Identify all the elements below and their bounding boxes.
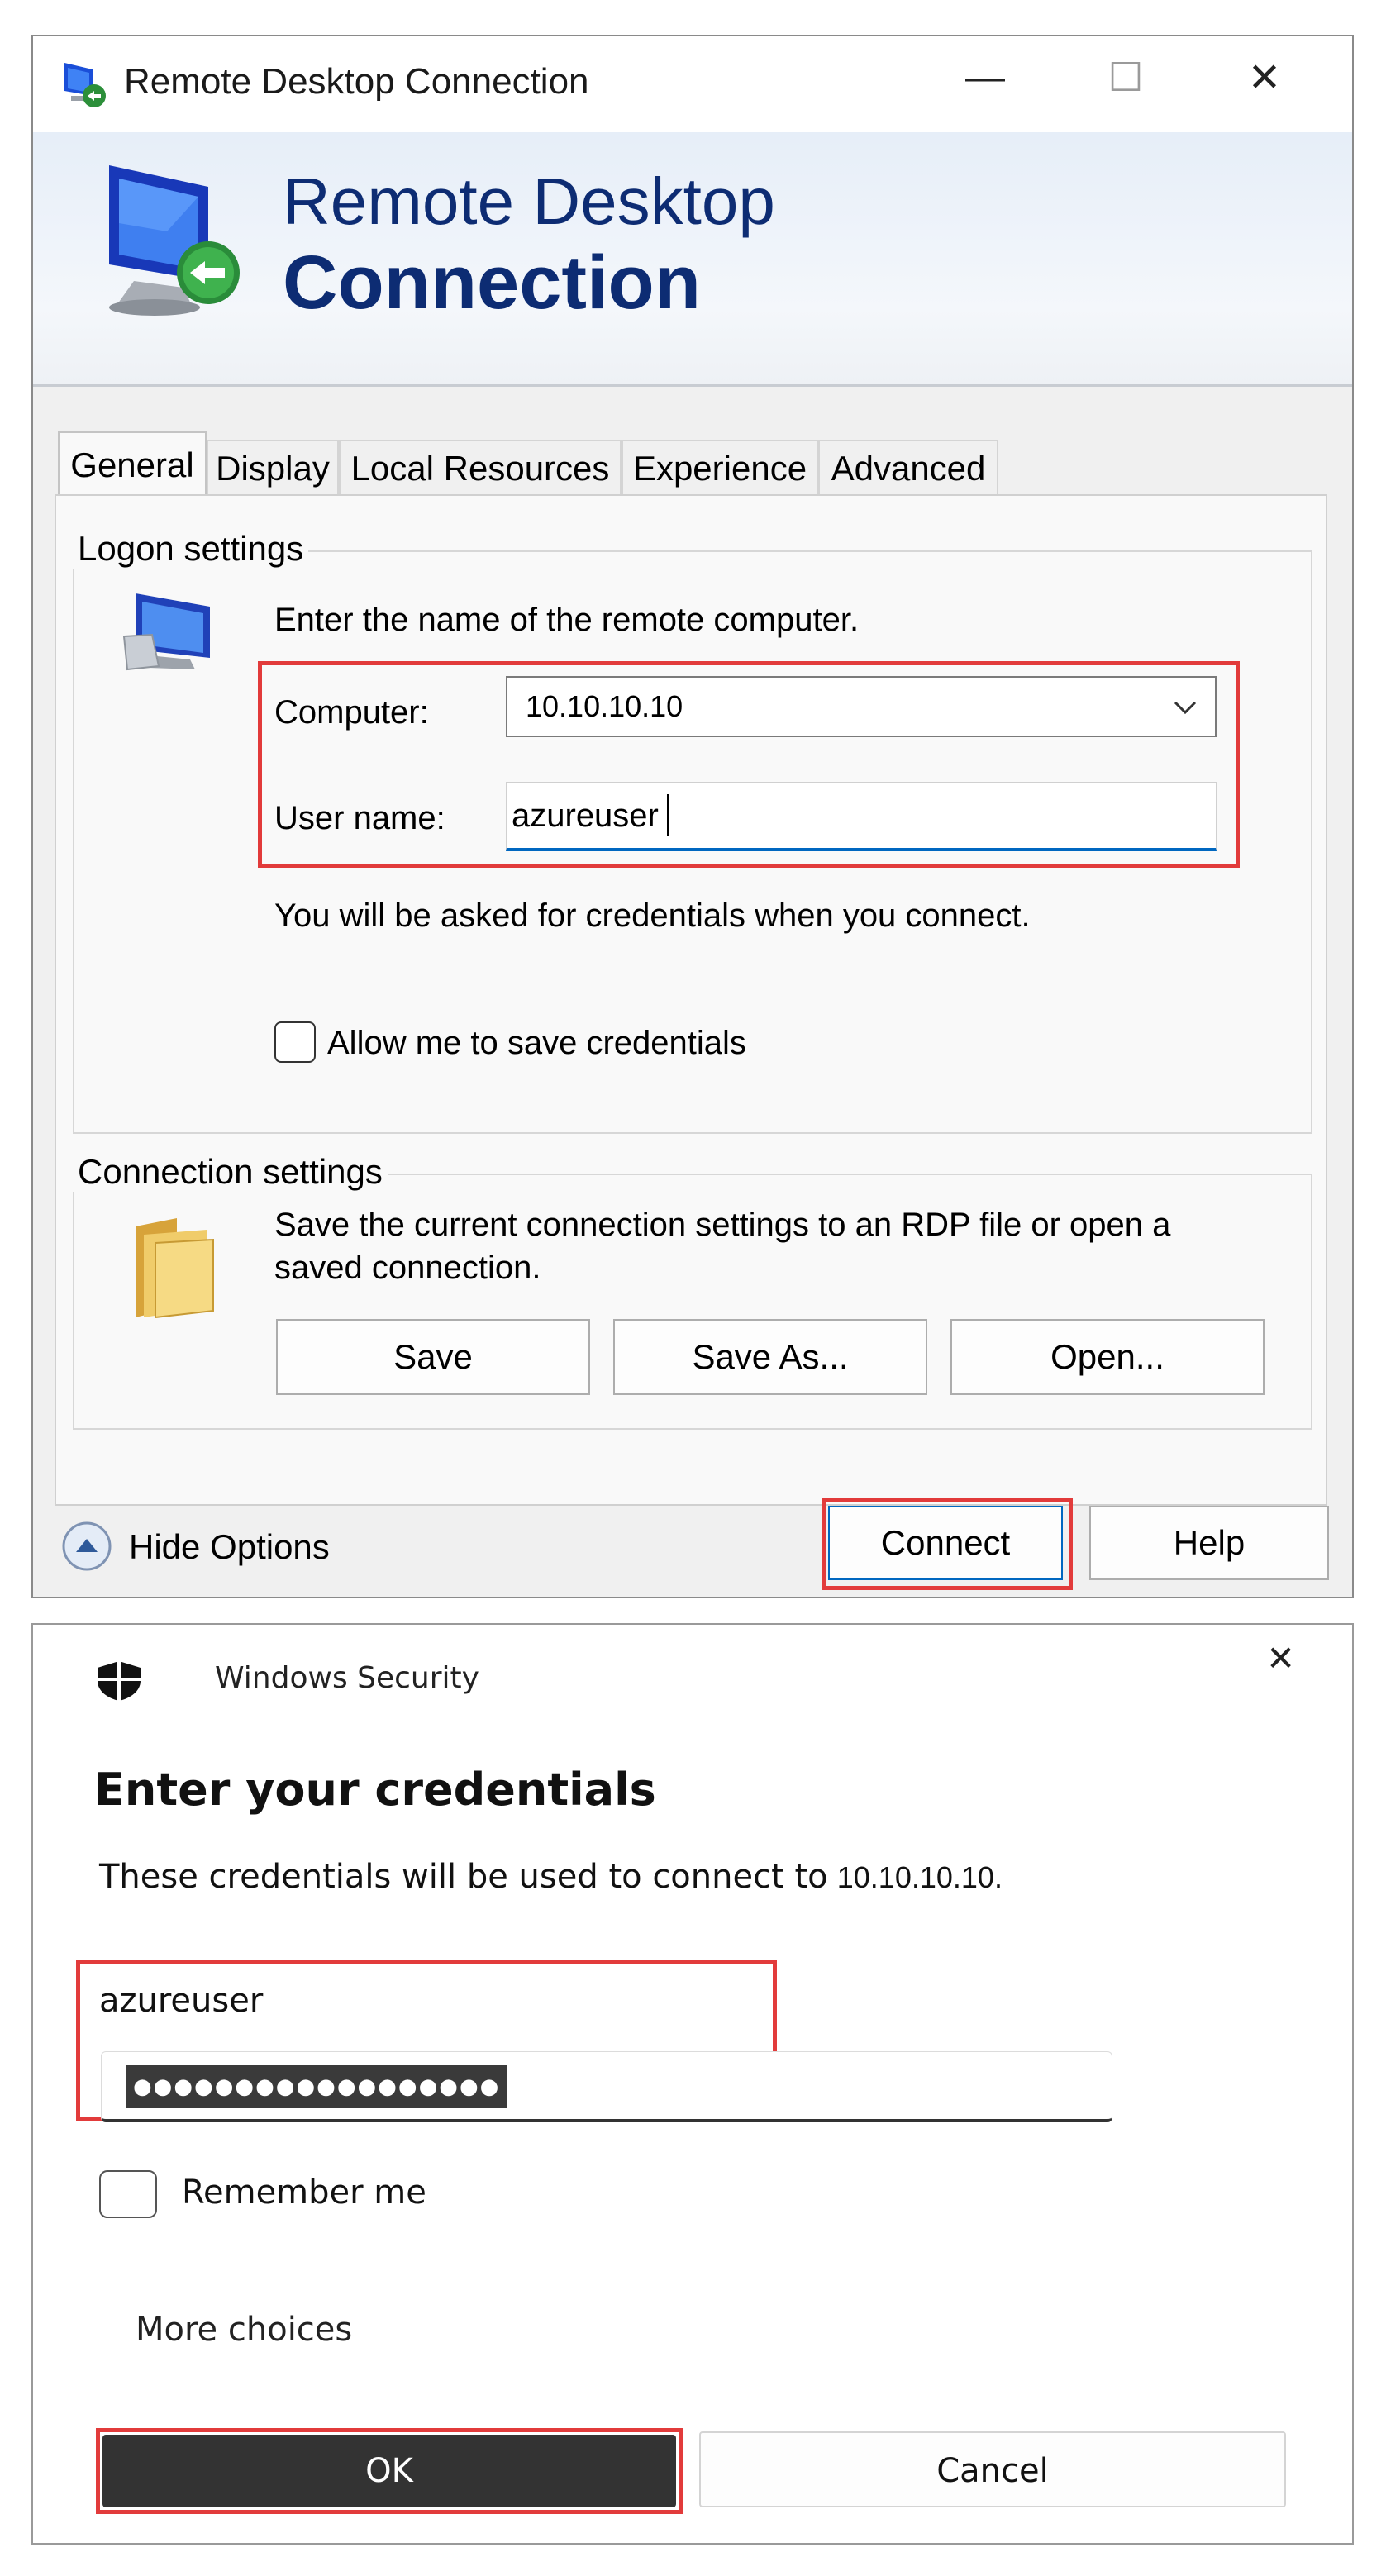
text-cursor [667,794,669,836]
tab-general[interactable]: General [58,431,207,498]
description-text: These credentials will be used to connec… [99,1858,828,1896]
save-credentials-checkbox[interactable] [274,1021,316,1063]
remember-me-checkbox[interactable] [99,2170,157,2218]
title-bar[interactable]: Remote Desktop Connection — ☐ ✕ [33,36,1352,132]
banner: Remote Desktop Connection [33,132,1352,387]
open-button[interactable]: Open... [950,1319,1265,1395]
windows-security-dialog: Windows Security ✕ Enter your credential… [31,1623,1354,2545]
password-masked: ●●●●●●●●●●●●●●●●●● [126,2065,507,2108]
rdp-window: Remote Desktop Connection — ☐ ✕ Remote D… [31,35,1354,1598]
tab-local-resources[interactable]: Local Resources [339,440,622,494]
remember-me-label[interactable]: Remember me [182,2174,426,2212]
target-host: 10.10.10.10. [836,1860,1003,1894]
hide-options-icon[interactable] [60,1519,114,1574]
computer-icon [119,587,226,678]
username-label: User name: [274,800,445,836]
folder-icon [127,1215,218,1322]
security-app-name: Windows Security [215,1661,479,1695]
banner-title-line1: Remote Desktop [283,164,775,238]
cancel-button[interactable]: Cancel [699,2431,1286,2507]
connection-description-line2: saved connection. [274,1250,541,1286]
credential-username: azureuser [99,1982,264,2020]
save-credentials-label[interactable]: Allow me to save credentials [327,1025,746,1062]
credentials-note: You will be asked for credentials when y… [274,898,1031,934]
username-value: azureuser [512,798,659,834]
logon-settings-label: Logon settings [73,529,309,569]
banner-title-line2: Connection [283,240,701,325]
more-choices-link[interactable]: More choices [136,2311,352,2349]
credentials-description: These credentials will be used to connec… [99,1858,1003,1896]
tab-display[interactable]: Display [207,440,339,494]
close-button[interactable]: ✕ [1231,55,1298,101]
maximize-button[interactable]: ☐ [1093,55,1159,101]
computer-combobox[interactable]: 10.10.10.10 [506,676,1217,737]
connect-button[interactable]: Connect [828,1506,1063,1580]
hide-options-label[interactable]: Hide Options [129,1527,330,1567]
rdp-monitor-logo [84,157,250,322]
shield-icon [94,1659,144,1702]
computer-label: Computer: [274,694,429,731]
connection-description-line1: Save the current connection settings to … [274,1207,1171,1243]
help-button[interactable]: Help [1089,1506,1329,1580]
computer-value: 10.10.10.10 [526,689,683,723]
security-close-button[interactable]: ✕ [1266,1638,1295,1678]
username-field[interactable]: azureuser [506,782,1217,851]
save-button[interactable]: Save [276,1319,590,1395]
tab-panel-general: Logon settings Enter the name of the rem… [55,494,1327,1506]
rdp-app-icon [60,60,109,109]
tab-advanced[interactable]: Advanced [818,440,998,494]
ok-button[interactable]: OK [102,2435,676,2507]
logon-prompt: Enter the name of the remote computer. [274,602,860,638]
password-field[interactable]: ●●●●●●●●●●●●●●●●●● [101,2051,1112,2122]
tab-experience[interactable]: Experience [622,440,818,494]
window-title: Remote Desktop Connection [124,61,589,102]
chevron-down-icon[interactable] [1169,693,1202,722]
save-as-button[interactable]: Save As... [613,1319,927,1395]
minimize-button[interactable]: — [952,55,1018,100]
credentials-heading: Enter your credentials [94,1764,656,1816]
connection-settings-label: Connection settings [73,1152,388,1192]
